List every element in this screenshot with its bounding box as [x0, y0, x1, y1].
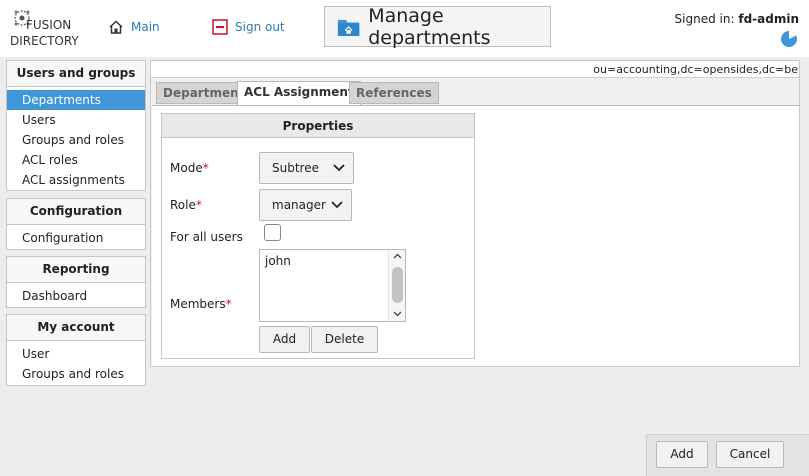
required-marker: * — [202, 161, 209, 175]
role-select[interactable]: manager — [259, 189, 352, 221]
menu-item-configuration[interactable]: Configuration — [7, 228, 145, 248]
members-delete-button[interactable]: Delete — [311, 326, 378, 353]
scrollbar-thumb[interactable] — [392, 267, 403, 303]
signed-in-user: fd-admin — [738, 12, 799, 26]
folder-home-icon — [337, 19, 360, 36]
page-title: Manage departments — [368, 4, 491, 49]
menu-item-groups-and-roles[interactable]: Groups and roles — [7, 130, 145, 150]
menu-section-users-and-groups: Users and groups Departments Users Group… — [6, 60, 146, 191]
signed-in-label: Signed in: — [674, 12, 735, 26]
clock-icon — [781, 30, 797, 47]
menu-section-configuration: Configuration Configuration — [6, 198, 146, 250]
mode-label: Mode* — [170, 161, 209, 175]
menu-item-acl-roles[interactable]: ACL roles — [7, 150, 145, 170]
header: FUSION DIRECTORY Main Sign out Manage de… — [0, 0, 809, 57]
members-listbox[interactable]: john — [259, 249, 406, 322]
role-select-value: manager — [272, 198, 326, 212]
role-label: Role* — [170, 198, 202, 212]
tab-panel: Properties Mode* Subtree Role* manager F… — [152, 105, 799, 366]
menu-section-title: Reporting — [7, 257, 145, 283]
main-link-label: Main — [131, 20, 160, 34]
scroll-up-icon[interactable] — [393, 253, 402, 259]
menu-section-title: Users and groups — [7, 61, 145, 87]
signed-in-info: Signed in: fd-admin — [675, 12, 799, 26]
members-label: Members* — [170, 297, 232, 311]
properties-box: Properties Mode* Subtree Role* manager F… — [161, 113, 475, 359]
menu-section-reporting: Reporting Dashboard — [6, 256, 146, 308]
tab-references[interactable]: References — [349, 82, 439, 104]
menu-item-dashboard[interactable]: Dashboard — [7, 286, 145, 306]
menu-section-title: My account — [7, 315, 145, 341]
main-panel: ou=accounting,dc=opensides,dc=be Departm… — [150, 60, 800, 367]
sign-out-link[interactable]: Sign out — [212, 17, 285, 37]
for-all-users-checkbox[interactable] — [264, 224, 281, 241]
menu-item-users[interactable]: Users — [7, 110, 145, 130]
menu-section-title: Configuration — [7, 199, 145, 225]
chevron-down-icon — [331, 201, 343, 209]
members-scrollbar[interactable] — [388, 250, 405, 321]
cancel-button[interactable]: Cancel — [716, 441, 784, 468]
logo-text-line2: DIRECTORY — [10, 34, 79, 48]
menu-item-my-groups-and-roles[interactable]: Groups and roles — [7, 364, 145, 384]
properties-title: Properties — [162, 114, 474, 138]
sign-out-icon — [212, 19, 228, 35]
tab-acl-assignment[interactable]: ACL Assignment — [237, 81, 361, 106]
required-marker: * — [225, 297, 232, 311]
mode-select[interactable]: Subtree — [259, 152, 354, 184]
fusiondirectory-logo: FUSION DIRECTORY — [8, 6, 79, 52]
logo-text-line1: FUSION — [26, 18, 72, 32]
sign-out-link-label: Sign out — [235, 20, 285, 34]
page-title-box: Manage departments — [324, 4, 551, 49]
scroll-down-icon[interactable] — [393, 311, 402, 317]
menu-item-acl-assignments[interactable]: ACL assignments — [7, 170, 145, 190]
menu-section-my-account: My account User Groups and roles — [6, 314, 146, 386]
action-bar: Add Cancel — [646, 434, 809, 476]
menu-item-departments[interactable]: Departments — [7, 90, 145, 110]
menu-item-user[interactable]: User — [7, 344, 145, 364]
dn-breadcrumb: ou=accounting,dc=opensides,dc=be — [151, 61, 799, 78]
home-icon — [109, 20, 123, 34]
required-marker: * — [195, 198, 202, 212]
main-link[interactable]: Main — [108, 17, 160, 37]
mode-select-value: Subtree — [272, 161, 319, 175]
add-button[interactable]: Add — [656, 441, 708, 468]
for-all-users-label: For all users — [170, 230, 243, 244]
members-add-button[interactable]: Add — [259, 326, 310, 353]
member-item[interactable]: john — [265, 254, 291, 268]
chevron-down-icon — [333, 164, 345, 172]
